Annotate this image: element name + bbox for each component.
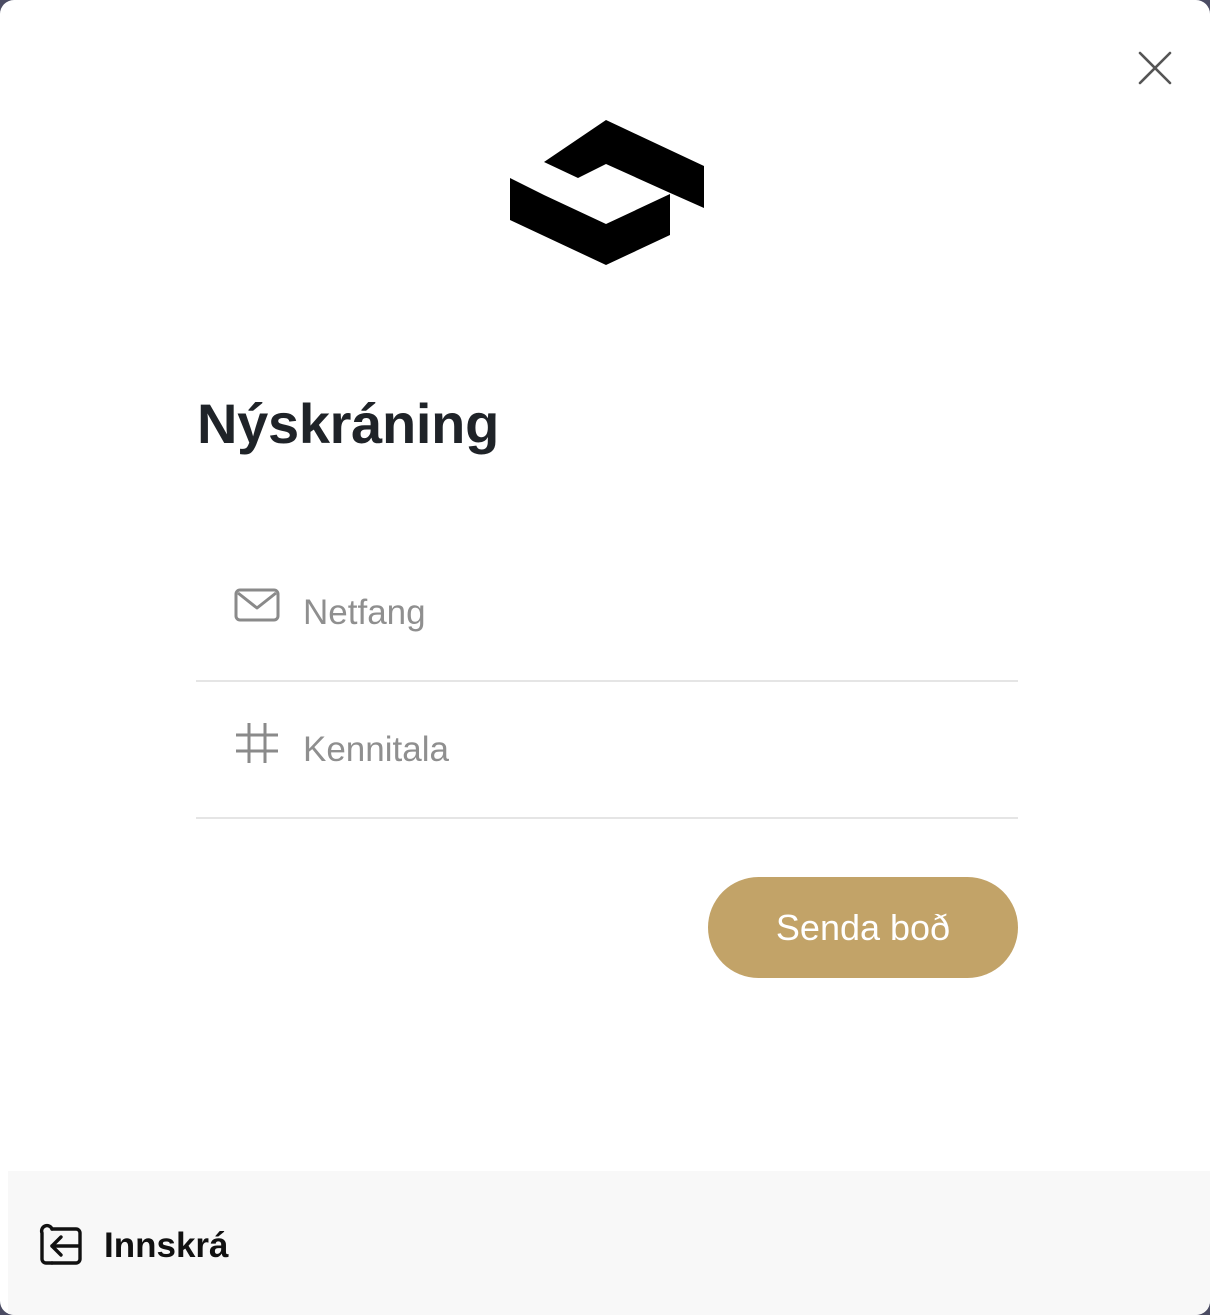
- close-button[interactable]: [1131, 44, 1179, 92]
- login-icon: [38, 1223, 84, 1269]
- page-title: Nýskráning: [197, 392, 499, 455]
- send-invite-button[interactable]: Senda boð: [708, 877, 1018, 978]
- email-field-row: [196, 545, 1018, 682]
- signup-dialog: Nýskráning Senda boð: [0, 0, 1210, 1315]
- brand-logo: [510, 120, 704, 265]
- kennitala-input[interactable]: [303, 722, 983, 778]
- login-label: Innskrá: [104, 1226, 229, 1265]
- login-link[interactable]: Innskrá: [38, 1223, 229, 1269]
- dialog-footer: Innskrá: [8, 1171, 1210, 1315]
- close-icon: [1138, 51, 1172, 85]
- email-input[interactable]: [303, 585, 983, 641]
- hash-icon: [234, 720, 280, 766]
- mail-icon: [234, 583, 280, 629]
- kennitala-field-row: [196, 682, 1018, 819]
